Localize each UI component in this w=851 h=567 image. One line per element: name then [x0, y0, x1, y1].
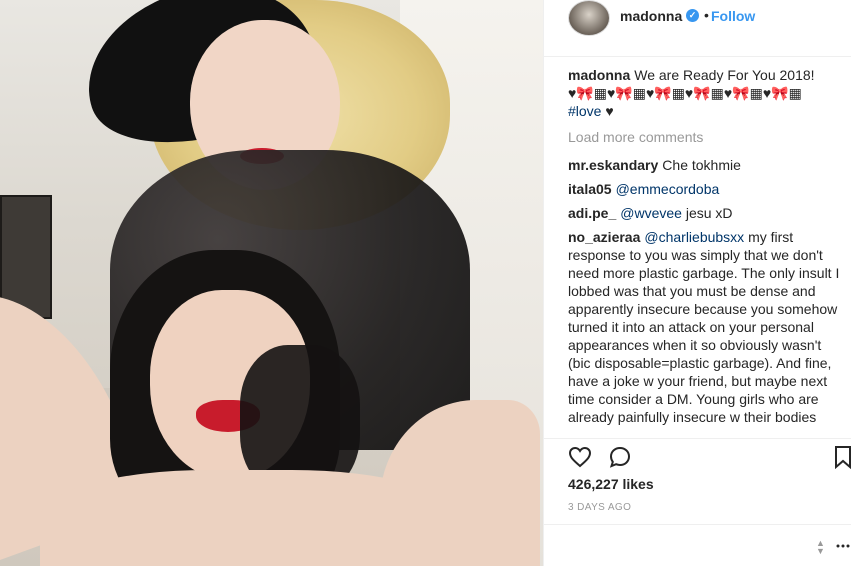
likes-count[interactable]: 426,227 likes [568, 476, 654, 492]
avatar[interactable] [568, 0, 610, 36]
caption-username[interactable]: madonna [568, 67, 630, 83]
comment-item: adi.pe_ @wvevee jesu xD [568, 204, 840, 222]
bookmark-icon[interactable] [834, 445, 851, 469]
caption-text: We are Ready For You 2018! [634, 67, 815, 83]
separator-dot: • [704, 7, 709, 23]
comment-mention[interactable]: @wvevee [620, 205, 682, 221]
comment-item: itala05 @emmecordoba [568, 180, 840, 198]
load-more-comments-button[interactable]: Load more comments [568, 128, 840, 146]
post-header: madonna ✓ • Follow [544, 0, 851, 57]
follow-button[interactable]: Follow [711, 8, 755, 24]
comment-mention[interactable]: @charliebubsxx [644, 229, 744, 245]
header-username[interactable]: madonna [620, 8, 682, 24]
photo-shoulders [40, 470, 460, 566]
comment-username[interactable]: itala05 [568, 181, 612, 197]
comment-item: mr.eskandary Che tokhmie [568, 156, 840, 174]
comment-username[interactable]: no_azieraa [568, 229, 640, 245]
heart-icon[interactable] [568, 445, 592, 469]
comment-username[interactable]: adi.pe_ [568, 205, 616, 221]
post-timestamp[interactable]: 3 DAYS AGO [568, 502, 631, 513]
caption-hashtag[interactable]: #love [568, 103, 601, 119]
comments-list[interactable]: madonna We are Ready For You 2018! ♥🎀▦♥🎀▦… [568, 66, 840, 438]
caption: madonna We are Ready For You 2018! ♥🎀▦♥🎀▦… [568, 66, 840, 120]
post-sidebar: madonna ✓ • Follow madonna We are Ready F… [543, 0, 851, 566]
comment-mention[interactable]: @emmecordoba [616, 181, 720, 197]
post-photo[interactable] [0, 0, 543, 566]
comment-text: Che tokhmie [662, 157, 741, 173]
action-bar [544, 438, 851, 475]
comment-text: jesu xD [685, 205, 733, 221]
caption-trail: ♥ [605, 103, 614, 119]
more-options-icon[interactable] [836, 539, 850, 553]
scroll-arrows-icon[interactable]: ▲ ▼ [816, 539, 825, 556]
verified-badge-icon: ✓ [686, 9, 699, 22]
caption-emoji-line: ♥🎀▦♥🎀▦♥🎀▦♥🎀▦♥🎀▦♥🎀▦ [568, 85, 802, 101]
instagram-post: madonna ✓ • Follow madonna We are Ready F… [0, 0, 851, 566]
comment-icon[interactable] [608, 445, 632, 469]
add-comment-bar: ▲ ▼ [544, 524, 851, 567]
comment-username[interactable]: mr.eskandary [568, 157, 658, 173]
comment-text: my first response to you was simply that… [568, 229, 840, 425]
comment-item: no_azieraa @charliebubsxx my first respon… [568, 228, 840, 426]
